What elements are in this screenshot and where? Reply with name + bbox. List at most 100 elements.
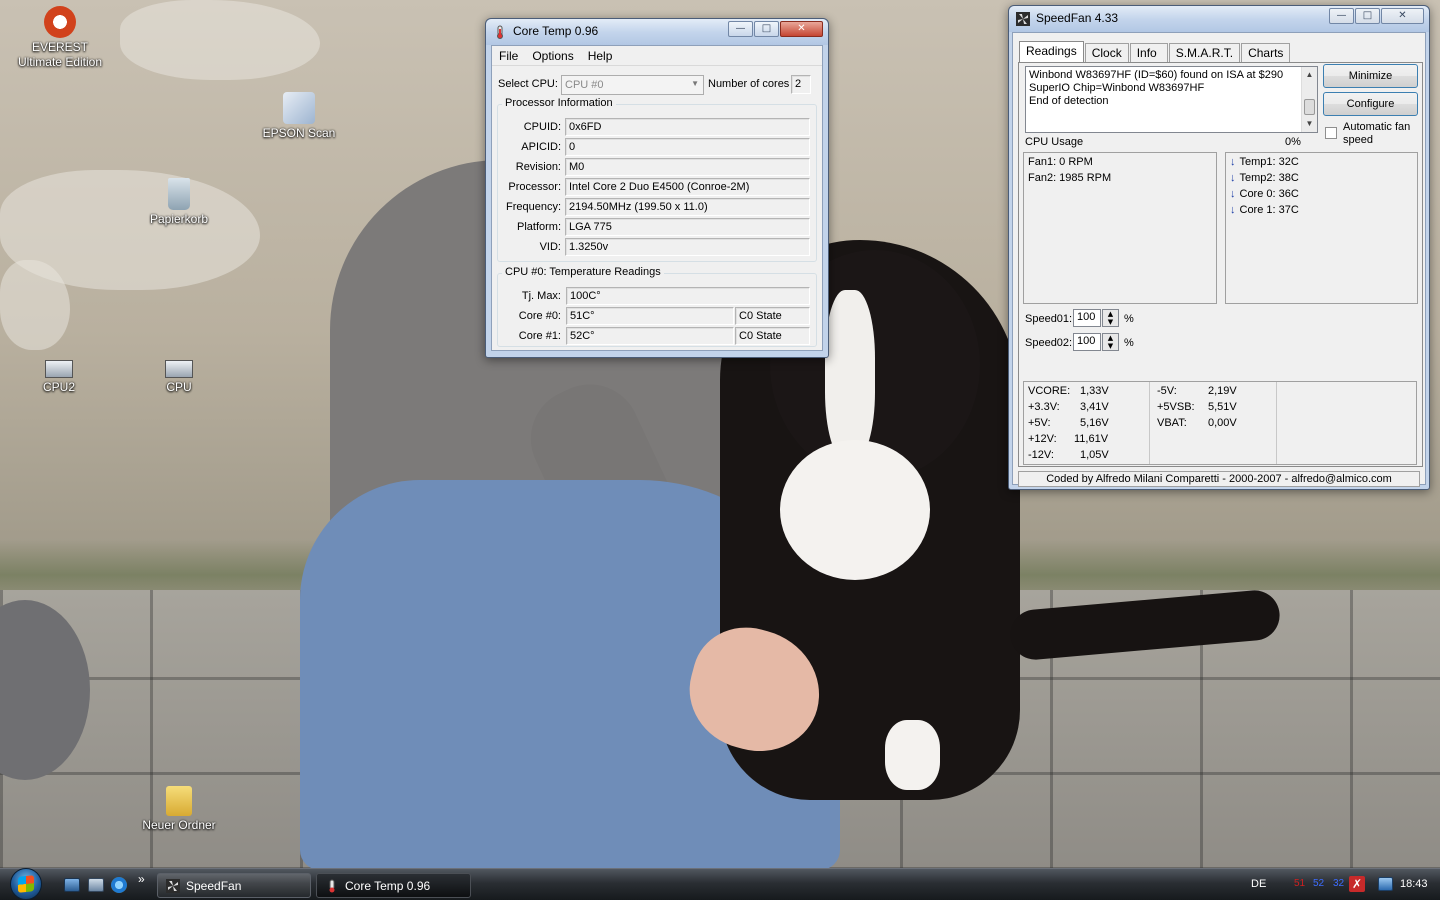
network-icon[interactable] xyxy=(1378,877,1393,891)
temperature-group-title: CPU #0: Temperature Readings xyxy=(502,266,664,278)
tab-clock[interactable]: Clock xyxy=(1084,43,1129,62)
core1-state: C0 State xyxy=(735,327,810,345)
platform-value: LGA 775 xyxy=(565,218,810,236)
screenshot-file-icon xyxy=(45,360,73,378)
select-cpu-dropdown[interactable]: CPU #0 ▼ xyxy=(561,75,704,95)
vbat-label: VBAT: xyxy=(1157,417,1187,429)
tab-charts[interactable]: Charts xyxy=(1241,43,1291,62)
coretemp-menubar: File Options Help xyxy=(492,46,822,66)
quicklaunch-more-button[interactable]: » xyxy=(138,872,145,886)
v12-label: +12V: xyxy=(1028,433,1057,445)
frequency-value: 2194.50MHz (199.50 x 11.0) xyxy=(565,198,810,216)
chevron-down-icon: ▼ xyxy=(691,79,699,88)
minimize-button[interactable]: — xyxy=(1329,8,1354,24)
menu-options[interactable]: Options xyxy=(525,46,580,65)
speed01-input[interactable]: 100 xyxy=(1073,309,1101,327)
start-button[interactable] xyxy=(6,868,50,900)
scroll-down-icon[interactable]: ▼ xyxy=(1302,117,1317,131)
taskbar-button-label: SpeedFan xyxy=(186,879,242,893)
auto-fan-speed-checkbox[interactable] xyxy=(1325,127,1337,139)
arrow-down-icon: ↓ xyxy=(1230,172,1236,184)
maximize-button[interactable]: □ xyxy=(754,21,779,37)
fan1-reading: Fan1: 0 RPM xyxy=(1028,156,1093,168)
maximize-button[interactable]: □ xyxy=(1355,8,1380,24)
clock[interactable]: 18:43 xyxy=(1400,878,1428,890)
v33-label: +3.3V: xyxy=(1028,401,1060,413)
processor-value: Intel Core 2 Duo E4500 (Conroe-2M) xyxy=(565,178,810,196)
detection-log[interactable]: Winbond W83697HF (ID=$60) found on ISA a… xyxy=(1025,66,1318,133)
coretemp-window[interactable]: Core Temp 0.96 — □ ✕ File Options Help S… xyxy=(485,18,829,358)
close-button[interactable]: ✕ xyxy=(780,21,823,37)
network-warning-icon[interactable]: ✗ xyxy=(1349,876,1365,892)
log-line: SuperIO Chip=Winbond W83697HF xyxy=(1029,82,1205,94)
speedfan-window[interactable]: SpeedFan 4.33 — □ ✕ Readings Clock Info … xyxy=(1008,5,1430,490)
desktop-icon-label: Neuer Ordner xyxy=(142,818,216,832)
menu-file[interactable]: File xyxy=(492,46,525,65)
taskbar-button-coretemp[interactable]: Core Temp 0.96 xyxy=(316,873,471,898)
vneg12-label: -12V: xyxy=(1028,449,1054,461)
desktop-icon-label: EPSON Scan xyxy=(262,126,336,140)
scanner-icon xyxy=(283,92,315,124)
tray-temp-core1[interactable]: 52 xyxy=(1313,878,1324,889)
taskbar-button-speedfan[interactable]: SpeedFan xyxy=(157,873,311,898)
cpu-usage-value: 0% xyxy=(1285,136,1301,148)
credit-bar: Coded by Alfredo Milani Comparetti - 200… xyxy=(1018,471,1420,487)
speed02-unit: % xyxy=(1124,337,1134,349)
log-line: Winbond W83697HF (ID=$60) found on ISA a… xyxy=(1029,69,1284,81)
number-of-cores-value: 2 xyxy=(791,75,811,94)
desktop-icon-label: CPU xyxy=(166,380,192,394)
coretemp-titlebar[interactable]: Core Temp 0.96 — □ ✕ xyxy=(486,19,828,45)
speed01-unit: % xyxy=(1124,313,1134,325)
log-line: End of detection xyxy=(1029,95,1109,107)
minimize-app-button[interactable]: Minimize xyxy=(1323,64,1418,88)
desktop-icon-cpu2[interactable]: CPU2 xyxy=(9,346,109,395)
desktop-icon-recycle-bin[interactable]: Papierkorb xyxy=(129,178,229,227)
desktop-icon-everest[interactable]: EVEREST Ultimate Edition xyxy=(10,6,110,70)
vbat-value: 0,00V xyxy=(1208,417,1237,429)
scroll-thumb[interactable] xyxy=(1304,99,1315,115)
tjmax-value: 100C° xyxy=(566,287,810,305)
core0-temp: 51C° xyxy=(566,307,734,325)
tab-readings[interactable]: Readings xyxy=(1019,41,1084,63)
minimize-button[interactable]: — xyxy=(728,21,753,37)
vid-label: VID: xyxy=(539,241,561,253)
speedfan-titlebar[interactable]: SpeedFan 4.33 — □ ✕ xyxy=(1009,6,1429,32)
show-desktop-icon[interactable] xyxy=(64,878,80,892)
tray-temp-core0[interactable]: 51 xyxy=(1294,878,1305,889)
arrow-down-icon: ↓ xyxy=(1230,204,1236,216)
fan-icon xyxy=(166,879,180,893)
desktop-icon-new-folder[interactable]: Neuer Ordner xyxy=(129,786,229,833)
vneg12-value: 1,05V xyxy=(1080,449,1109,461)
frequency-label: Frequency: xyxy=(505,201,561,213)
v5vsb-value: 5,51V xyxy=(1208,401,1237,413)
vneg5-label: -5V: xyxy=(1157,385,1177,397)
folder-icon xyxy=(166,786,192,816)
speed01-spinner[interactable]: ▲ ▼ xyxy=(1102,309,1119,327)
speed02-input[interactable]: 100 xyxy=(1073,333,1101,351)
close-button[interactable]: ✕ xyxy=(1381,8,1424,24)
configure-button[interactable]: Configure xyxy=(1323,92,1418,116)
vneg5-value: 2,19V xyxy=(1208,385,1237,397)
language-indicator[interactable]: DE xyxy=(1251,878,1266,890)
fan-icon xyxy=(1016,12,1030,26)
apicid-label: APICID: xyxy=(521,141,561,153)
menu-help[interactable]: Help xyxy=(581,46,620,65)
log-scrollbar[interactable]: ▲ ▼ xyxy=(1301,67,1317,132)
scroll-up-icon[interactable]: ▲ xyxy=(1302,68,1317,82)
arrow-down-icon: ↓ xyxy=(1230,188,1236,200)
recycle-bin-icon xyxy=(168,178,190,210)
number-of-cores-label: Number of cores xyxy=(708,78,790,90)
internet-explorer-icon[interactable] xyxy=(111,877,127,893)
tray-temp-speedfan[interactable]: 32 xyxy=(1333,878,1344,889)
desktop-icon-label: EVEREST Ultimate Edition xyxy=(17,40,103,69)
tab-info[interactable]: Info xyxy=(1129,43,1168,62)
desktop-icon-cpu[interactable]: CPU xyxy=(129,346,229,395)
speed02-spinner[interactable]: ▲ ▼ xyxy=(1102,333,1119,351)
dog-paw xyxy=(885,720,940,790)
cpu-usage-label: CPU Usage xyxy=(1025,136,1084,148)
switch-windows-icon[interactable] xyxy=(88,878,104,892)
desktop-icon-epson-scan[interactable]: EPSON Scan xyxy=(249,92,349,141)
tab-smart[interactable]: S.M.A.R.T. xyxy=(1168,43,1241,62)
revision-label: Revision: xyxy=(515,161,561,173)
v5-label: +5V: xyxy=(1028,417,1051,429)
